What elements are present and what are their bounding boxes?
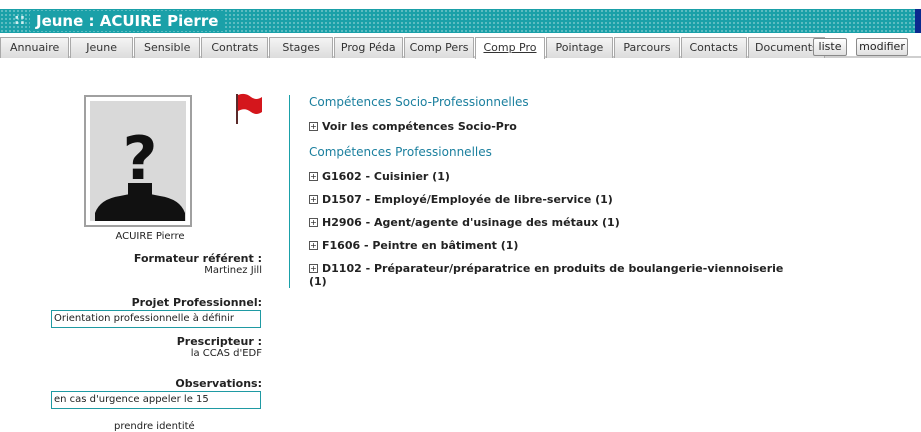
- trainer-label: Formateur référent :: [133, 252, 262, 265]
- expand-icon: +: [309, 172, 318, 181]
- observations-label: Observations:: [175, 377, 262, 390]
- tab-prog-peda[interactable]: Prog Péda: [333, 37, 403, 58]
- tab-contacts[interactable]: Contacts: [680, 37, 748, 58]
- expand-icon: +: [309, 122, 318, 131]
- expand-icon: +: [309, 241, 318, 250]
- identity-link[interactable]: prendre identité: [114, 421, 195, 432]
- expand-icon: +: [309, 195, 318, 204]
- trainer-value: Martinez Jill: [204, 265, 262, 276]
- title-bar-end: [915, 9, 921, 33]
- observations-field[interactable]: en cas d'urgence appeler le 15: [51, 391, 261, 409]
- tab-jeune[interactable]: Jeune: [70, 37, 134, 58]
- expand-icon: +: [309, 264, 318, 273]
- tab-pointage[interactable]: Pointage: [545, 37, 614, 58]
- title-bar: :: Jeune : ACUIRE Pierre: [0, 9, 921, 33]
- tab-bar: Annuaire Jeune Sensible Contrats Stages …: [0, 37, 826, 59]
- prescriber-value: la CCAS d'EDF: [190, 348, 262, 359]
- skill-label[interactable]: D1507 - Employé/Employée de libre-servic…: [322, 193, 613, 206]
- socio-link[interactable]: Voir les compétences Socio-Pro: [322, 120, 517, 133]
- page-title: Jeune : ACUIRE Pierre: [30, 11, 225, 31]
- project-field[interactable]: Orientation professionnelle à définir: [51, 310, 261, 328]
- tab-sensible[interactable]: Sensible: [134, 37, 201, 58]
- flag-icon[interactable]: [232, 92, 264, 129]
- tab-contrats[interactable]: Contrats: [201, 37, 269, 58]
- project-label: Projet Professionnel:: [131, 296, 262, 309]
- skill-label[interactable]: G1602 - Cuisinier (1): [322, 170, 450, 183]
- list-item[interactable]: + G1602 - Cuisinier (1): [309, 170, 450, 183]
- avatar: ?: [84, 95, 192, 227]
- list-item[interactable]: + D1102 - Préparateur/préparatrice en pro…: [309, 262, 783, 288]
- title-prefix: ::: [14, 12, 26, 28]
- skill-label-count: (1): [309, 275, 327, 288]
- tab-parcours[interactable]: Parcours: [614, 37, 680, 58]
- skill-label[interactable]: F1606 - Peintre en bâtiment (1): [322, 239, 518, 252]
- expand-icon: +: [309, 218, 318, 227]
- tab-comp-pro[interactable]: Comp Pro: [475, 37, 545, 59]
- pro-section-title: Compétences Professionnelles: [309, 145, 492, 159]
- socio-toggle[interactable]: + Voir les compétences Socio-Pro: [309, 120, 517, 133]
- prescriber-label: Prescripteur :: [176, 335, 262, 348]
- list-button[interactable]: liste: [813, 38, 847, 56]
- edit-button[interactable]: modifier: [856, 38, 908, 56]
- list-item[interactable]: + D1507 - Employé/Employée de libre-servi…: [309, 193, 613, 206]
- column-divider: [289, 95, 290, 288]
- skill-label[interactable]: D1102 - Préparateur/préparatrice en prod…: [322, 262, 783, 275]
- skill-label[interactable]: H2906 - Agent/agente d'usinage des métau…: [322, 216, 620, 229]
- tab-stages[interactable]: Stages: [269, 37, 333, 58]
- profile-name: ACUIRE Pierre: [115, 231, 185, 242]
- svg-text:?: ?: [123, 124, 158, 194]
- tab-annuaire[interactable]: Annuaire: [0, 37, 70, 58]
- avatar-placeholder-icon: ?: [90, 101, 186, 221]
- socio-section-title: Compétences Socio-Professionnelles: [309, 95, 529, 109]
- list-item[interactable]: + F1606 - Peintre en bâtiment (1): [309, 239, 518, 252]
- tab-comp-pers[interactable]: Comp Pers: [403, 37, 475, 58]
- list-item[interactable]: + H2906 - Agent/agente d'usinage des méta…: [309, 216, 620, 229]
